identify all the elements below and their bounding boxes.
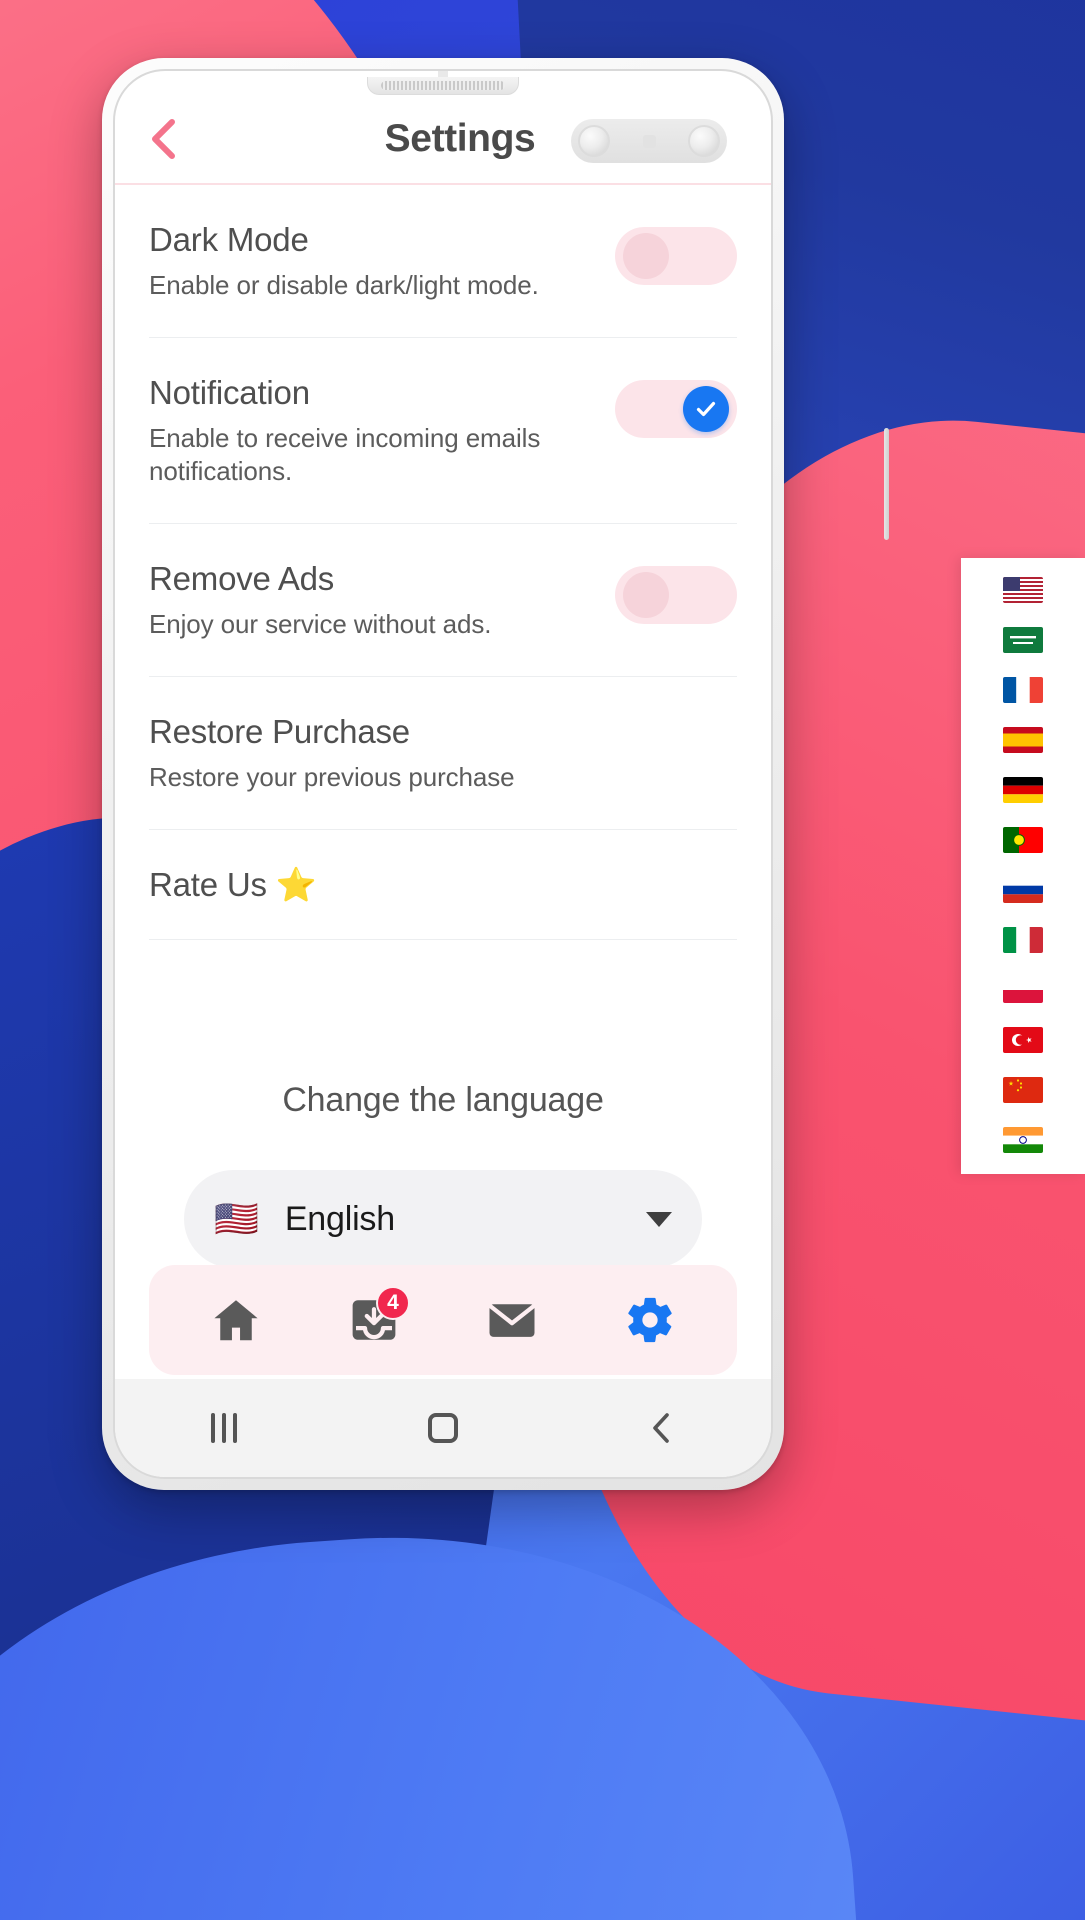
setting-row-remove-ads[interactable]: Remove Ads Enjoy our service without ads… bbox=[149, 524, 737, 677]
toggle-knob-icon bbox=[683, 385, 729, 432]
flag-china-icon[interactable] bbox=[1002, 1076, 1044, 1104]
language-selected-value: English bbox=[284, 1199, 395, 1238]
phone-button-power bbox=[884, 428, 889, 540]
earpiece-speaker bbox=[367, 77, 519, 95]
flag-portugal-icon[interactable] bbox=[1002, 826, 1044, 854]
setting-title: Remove Ads bbox=[149, 560, 335, 598]
setting-subtitle: Enjoy our service without ads. bbox=[149, 609, 492, 640]
language-section: Change the language 🇺🇸 English bbox=[115, 1081, 771, 1268]
setting-subtitle: Enable or disable dark/light mode. bbox=[149, 269, 539, 300]
flag-italy-icon[interactable] bbox=[1002, 926, 1044, 954]
flag-saudi-arabia-icon[interactable] bbox=[1002, 626, 1044, 654]
language-dropdown[interactable]: 🇺🇸 English bbox=[184, 1170, 702, 1268]
camera-lens-secondary-icon bbox=[688, 125, 720, 157]
settings-list: Dark Mode Enable or disable dark/light m… bbox=[115, 185, 771, 940]
setting-text-block: Notification Enable to receive incoming … bbox=[149, 374, 615, 490]
setting-text-block: Rate Us ⭐ bbox=[149, 866, 737, 905]
nav-item-mail[interactable] bbox=[474, 1282, 550, 1358]
phone-screen: Settings Dark Mode Enable or disable dar… bbox=[113, 69, 773, 1479]
phone-camera-module bbox=[571, 119, 727, 163]
check-icon bbox=[696, 401, 716, 416]
recents-icon[interactable] bbox=[184, 1398, 264, 1458]
setting-title: Rate Us ⭐ bbox=[149, 865, 317, 903]
setting-text-block: Remove Ads Enjoy our service without ads… bbox=[149, 560, 615, 642]
flag-france-icon[interactable] bbox=[1002, 676, 1044, 704]
setting-subtitle: Restore your previous purchase bbox=[149, 761, 515, 792]
setting-text-block: Dark Mode Enable or disable dark/light m… bbox=[149, 221, 615, 303]
envelope-icon bbox=[488, 1304, 536, 1337]
flag-united-states-icon[interactable] bbox=[1002, 576, 1044, 604]
nav-item-inbox[interactable]: 4 bbox=[336, 1282, 412, 1358]
camera-sensor-icon bbox=[642, 134, 656, 148]
nav-item-settings[interactable] bbox=[612, 1282, 688, 1358]
chevron-down-icon[interactable] bbox=[646, 1211, 672, 1227]
camera-lens-icon bbox=[578, 125, 610, 157]
toggle-remove-ads[interactable] bbox=[615, 566, 737, 625]
home-square-icon[interactable] bbox=[403, 1398, 483, 1458]
gear-icon bbox=[628, 1297, 672, 1343]
language-flag-panel bbox=[961, 558, 1085, 1174]
setting-title: Dark Mode bbox=[149, 221, 309, 258]
flag-spain-icon[interactable] bbox=[1002, 726, 1044, 754]
setting-row-notification[interactable]: Notification Enable to receive incoming … bbox=[149, 338, 737, 525]
setting-title: Notification bbox=[149, 373, 310, 411]
toggle-dark-mode[interactable] bbox=[615, 227, 737, 285]
back-chevron-icon[interactable] bbox=[622, 1398, 702, 1458]
flag-united-states-icon: 🇺🇸 bbox=[214, 1198, 259, 1239]
flag-turkey-icon[interactable] bbox=[1002, 1026, 1044, 1054]
toggle-notification[interactable] bbox=[615, 379, 737, 438]
home-icon bbox=[214, 1300, 258, 1341]
toggle-knob-icon bbox=[623, 233, 669, 279]
language-heading: Change the language bbox=[282, 1081, 604, 1119]
setting-row-rate-us[interactable]: Rate Us ⭐ bbox=[149, 830, 737, 940]
nav-item-home[interactable] bbox=[198, 1282, 274, 1358]
flag-india-icon[interactable] bbox=[1002, 1126, 1044, 1154]
inbox-badge-count: 4 bbox=[376, 1286, 410, 1320]
phone-mockup: Settings Dark Mode Enable or disable dar… bbox=[102, 58, 889, 1490]
bottom-navigation-bar: 4 bbox=[149, 1265, 737, 1375]
flag-poland-icon[interactable] bbox=[1002, 976, 1044, 1004]
toggle-knob-icon bbox=[623, 572, 669, 619]
speaker-mesh-icon bbox=[381, 81, 505, 90]
setting-row-restore-purchase[interactable]: Restore Purchase Restore your previous p… bbox=[149, 677, 737, 830]
setting-subtitle: Enable to receive incoming emails notifi… bbox=[149, 422, 541, 487]
android-system-navigation bbox=[115, 1379, 771, 1477]
flag-russia-icon[interactable] bbox=[1002, 876, 1044, 904]
setting-row-dark-mode[interactable]: Dark Mode Enable or disable dark/light m… bbox=[149, 185, 737, 338]
setting-title: Restore Purchase bbox=[149, 713, 410, 750]
setting-text-block: Restore Purchase Restore your previous p… bbox=[149, 713, 737, 795]
flag-germany-icon[interactable] bbox=[1002, 776, 1044, 804]
